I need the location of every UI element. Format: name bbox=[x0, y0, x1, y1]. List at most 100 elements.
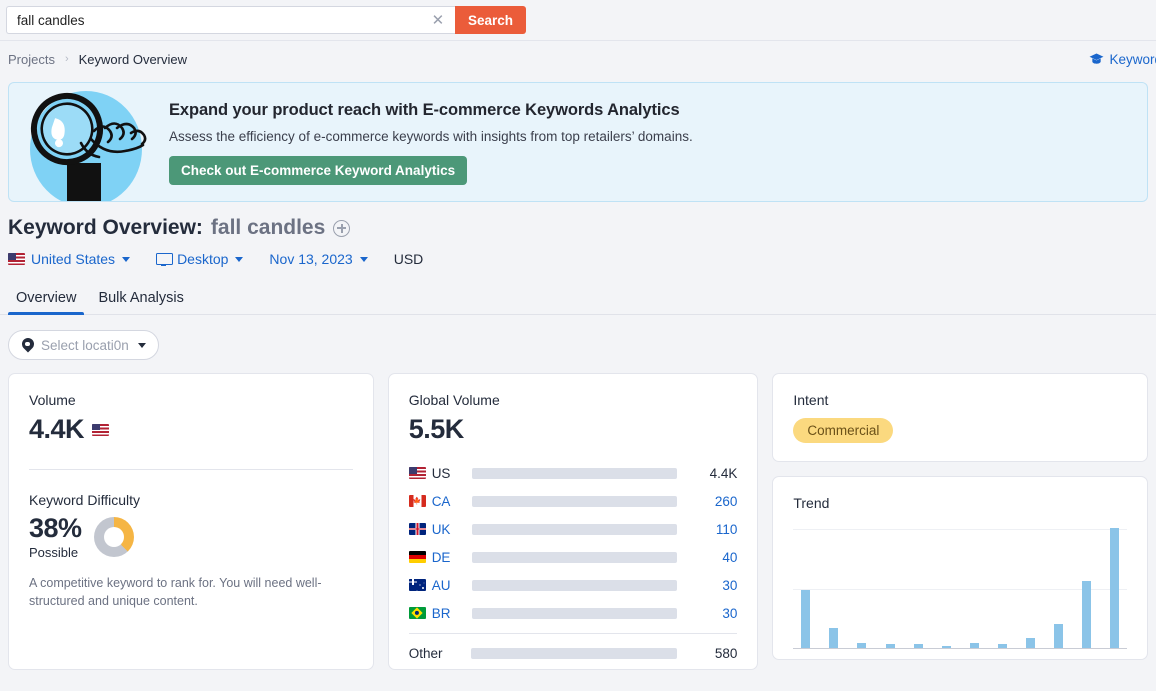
filter-row: United States Desktop Nov 13, 2023 USD bbox=[8, 251, 1156, 267]
other-label: Other bbox=[409, 646, 471, 661]
banner-title: Expand your product reach with E-commerc… bbox=[169, 101, 693, 120]
country-code[interactable]: BR bbox=[432, 606, 472, 621]
global-volume-label: Global Volume bbox=[409, 392, 738, 408]
add-keyword-icon[interactable] bbox=[333, 220, 350, 237]
volume-value-row: 4.4K bbox=[29, 414, 353, 445]
banner-subtitle: Assess the efficiency of e-commerce keyw… bbox=[169, 129, 693, 144]
trend-bar[interactable] bbox=[1082, 581, 1091, 648]
tab-bar: Overview Bulk Analysis bbox=[0, 285, 1156, 315]
trend-bar[interactable] bbox=[829, 628, 838, 648]
filter-device-label: Desktop bbox=[177, 251, 228, 267]
search-input[interactable] bbox=[17, 13, 429, 28]
table-row[interactable]: AU 30 bbox=[409, 571, 738, 599]
filter-date-label: Nov 13, 2023 bbox=[269, 251, 352, 267]
top-search-bar: ✕ Search bbox=[0, 0, 1156, 40]
de-flag-icon bbox=[409, 551, 426, 563]
volume-bar-track bbox=[472, 608, 678, 619]
country-volume[interactable]: 30 bbox=[689, 578, 737, 593]
page-title-keyword: fall candles bbox=[211, 216, 325, 240]
country-volume[interactable]: 30 bbox=[689, 606, 737, 621]
keyword-difficulty-donut bbox=[94, 517, 134, 557]
country-volume[interactable]: 260 bbox=[689, 494, 737, 509]
filter-country[interactable]: United States bbox=[8, 251, 130, 267]
trend-bar[interactable] bbox=[886, 644, 895, 648]
keyword-help-label: Keyword bbox=[1109, 52, 1156, 67]
trend-bar[interactable] bbox=[1026, 638, 1035, 648]
trend-bar[interactable] bbox=[970, 643, 979, 648]
trend-bars bbox=[793, 529, 1127, 648]
column-left: Volume 4.4K Keyword Difficulty 38% Possi… bbox=[8, 373, 374, 670]
magnifying-glass-hand-illustration bbox=[9, 83, 159, 202]
trend-bar[interactable] bbox=[998, 644, 1007, 648]
column-middle: Global Volume 5.5K US 4.4K CA 260 bbox=[388, 373, 759, 670]
breadcrumb-separator-icon: › bbox=[65, 53, 69, 65]
br-flag-icon bbox=[409, 607, 426, 619]
select-location-dropdown[interactable]: Select locati0n bbox=[8, 330, 159, 360]
keyword-difficulty-description: A competitive keyword to rank for. You w… bbox=[29, 574, 353, 610]
promo-banner: Expand your product reach with E-commerc… bbox=[8, 82, 1148, 202]
country-code[interactable]: DE bbox=[432, 550, 472, 565]
location-row: Select locati0n bbox=[8, 330, 1156, 360]
volume-bar-track bbox=[472, 468, 678, 479]
country-volume: 4.4K bbox=[689, 466, 737, 481]
metrics-cards: Volume 4.4K Keyword Difficulty 38% Possi… bbox=[8, 373, 1148, 670]
keyword-help-link[interactable]: Keyword bbox=[1089, 52, 1156, 67]
trend-bar[interactable] bbox=[914, 644, 923, 648]
country-code: US bbox=[432, 466, 472, 481]
search-button[interactable]: Search bbox=[455, 6, 526, 34]
volume-difficulty-card: Volume 4.4K Keyword Difficulty 38% Possi… bbox=[8, 373, 374, 670]
volume-value: 4.4K bbox=[29, 414, 84, 445]
trend-bar[interactable] bbox=[1110, 528, 1119, 648]
table-row[interactable]: BR 30 bbox=[409, 599, 738, 627]
volume-bar-track bbox=[472, 580, 678, 591]
table-row-other: Other 580 bbox=[409, 639, 738, 667]
keyword-difficulty-value: 38% bbox=[29, 513, 82, 544]
keyword-difficulty-value-block: 38% Possible bbox=[29, 513, 82, 560]
tab-bulk-analysis[interactable]: Bulk Analysis bbox=[90, 290, 191, 314]
table-row[interactable]: UK 110 bbox=[409, 515, 738, 543]
search-wrapper: ✕ Search bbox=[6, 6, 526, 34]
page-title-prefix: Keyword Overview: bbox=[8, 216, 203, 240]
global-volume-card: Global Volume 5.5K US 4.4K CA 260 bbox=[388, 373, 759, 670]
trend-bar[interactable] bbox=[801, 590, 810, 648]
trend-bar[interactable] bbox=[857, 643, 866, 648]
breadcrumb: Projects › Keyword Overview bbox=[8, 52, 187, 67]
trend-bar[interactable] bbox=[1054, 624, 1063, 648]
table-row[interactable]: DE 40 bbox=[409, 543, 738, 571]
volume-bar-track bbox=[472, 552, 678, 563]
volume-label: Volume bbox=[29, 392, 353, 408]
filter-currency: USD bbox=[394, 251, 424, 267]
search-field[interactable]: ✕ bbox=[6, 6, 455, 34]
filter-device[interactable]: Desktop bbox=[156, 251, 243, 267]
trend-card: Trend bbox=[772, 476, 1148, 660]
table-row[interactable]: US 4.4K bbox=[409, 459, 738, 487]
status-badge[interactable]: Commercial bbox=[793, 418, 893, 443]
keyword-difficulty-status: Possible bbox=[29, 545, 82, 560]
tab-overview[interactable]: Overview bbox=[8, 290, 84, 314]
divider bbox=[409, 633, 738, 634]
uk-flag-icon bbox=[409, 523, 426, 535]
volume-bar-track bbox=[472, 524, 678, 535]
trend-bar[interactable] bbox=[942, 646, 951, 648]
clear-icon[interactable]: ✕ bbox=[429, 11, 447, 29]
country-code[interactable]: AU bbox=[432, 578, 472, 593]
other-volume: 580 bbox=[689, 646, 737, 661]
ca-flag-icon bbox=[409, 495, 426, 507]
country-code[interactable]: CA bbox=[432, 494, 472, 509]
au-flag-icon bbox=[409, 579, 426, 591]
country-code[interactable]: UK bbox=[432, 522, 472, 537]
card-divider bbox=[29, 469, 353, 470]
banner-cta-button[interactable]: Check out E-commerce Keyword Analytics bbox=[169, 156, 467, 185]
volume-bar-track bbox=[471, 648, 678, 659]
filter-date[interactable]: Nov 13, 2023 bbox=[269, 251, 367, 267]
us-flag-icon bbox=[8, 253, 25, 265]
breadcrumb-projects[interactable]: Projects bbox=[8, 52, 55, 67]
us-flag-icon bbox=[409, 467, 426, 479]
country-volume[interactable]: 40 bbox=[689, 550, 737, 565]
chevron-down-icon bbox=[122, 257, 130, 262]
breadcrumb-bar: Projects › Keyword Overview Keyword bbox=[0, 40, 1156, 77]
banner-body: Expand your product reach with E-commerc… bbox=[159, 83, 693, 201]
global-volume-rows: US 4.4K CA 260 UK 110 bbox=[409, 459, 738, 667]
country-volume[interactable]: 110 bbox=[689, 522, 737, 537]
table-row[interactable]: CA 260 bbox=[409, 487, 738, 515]
